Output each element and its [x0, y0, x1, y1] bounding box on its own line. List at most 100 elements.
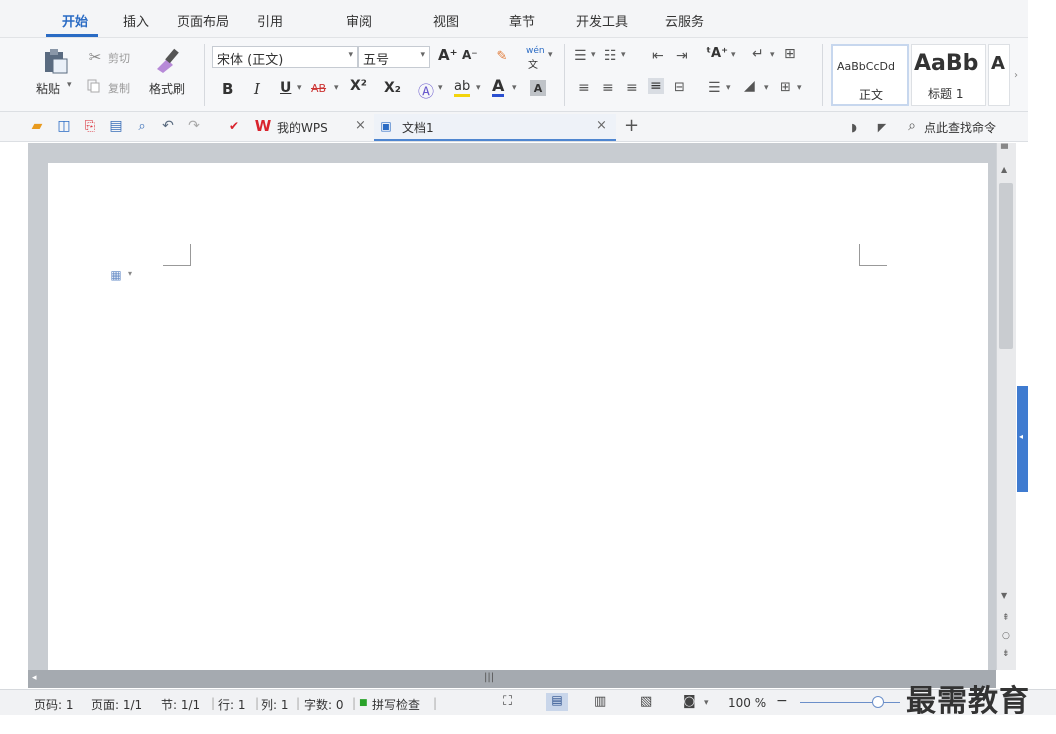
numbered-list-icon[interactable]: ☷ — [604, 48, 617, 64]
zoom-out-icon[interactable]: − — [776, 693, 788, 709]
feedback-icon[interactable]: ◤ — [874, 119, 890, 135]
font-color-button[interactable]: A — [492, 78, 505, 97]
font-size-select[interactable]: 五号 ▾ — [358, 46, 430, 68]
scroll-up-icon[interactable]: ▲ — [1001, 165, 1007, 174]
increase-indent-icon[interactable]: ⇥ — [676, 48, 688, 64]
char-shading-icon[interactable]: A — [530, 80, 546, 96]
status-line[interactable]: 行: 1 — [218, 696, 246, 713]
scroll-thumb[interactable] — [999, 183, 1013, 349]
outline-view-icon[interactable]: ▥ — [594, 694, 606, 709]
chevron-down-icon[interactable]: ▾ — [591, 50, 596, 60]
subscript-button[interactable]: X₂ — [384, 80, 401, 96]
chevron-down-icon[interactable]: ▾ — [438, 83, 443, 93]
underline-button[interactable]: U — [280, 80, 291, 96]
cut-button[interactable]: 剪切 — [108, 50, 130, 66]
prev-page-icon[interactable]: ⇞ — [1002, 613, 1010, 623]
bold-button[interactable]: B — [222, 80, 233, 98]
tab-my-wps[interactable]: 我的WPS — [277, 119, 328, 136]
clear-format-icon[interactable]: ✎ — [494, 48, 510, 64]
undo-icon[interactable]: ↶ — [160, 118, 176, 134]
horizontal-scrollbar[interactable]: ◂ ||| — [28, 670, 996, 688]
chevron-down-icon[interactable]: ▾ — [476, 83, 481, 93]
split-icon[interactable]: ▀ — [1001, 145, 1008, 155]
copy-button[interactable]: 复制 — [108, 80, 130, 96]
format-painter-button[interactable]: 格式刷 — [149, 80, 185, 97]
bullet-list-icon[interactable]: ☰ — [574, 48, 587, 64]
paste-options-icon[interactable]: ▦ — [108, 267, 124, 283]
chevron-down-icon[interactable]: ▾ — [797, 83, 802, 93]
paragraph-mark-icon[interactable]: ↵ — [752, 46, 764, 62]
style-heading-1[interactable]: AaBb 标题 1 — [911, 44, 986, 106]
web-view-icon[interactable]: ▧ — [640, 694, 652, 709]
style-normal[interactable]: AaBbCcDd 正文 — [831, 44, 909, 106]
next-page-icon[interactable]: ⇟ — [1002, 649, 1010, 659]
print-preview-icon[interactable]: ⌕ — [134, 118, 150, 134]
select-browse-icon[interactable]: ○ — [1002, 631, 1010, 641]
vertical-scrollbar[interactable]: ▀ ▲ ▼ ⇞ ○ ⇟ — [996, 143, 1016, 670]
paste-icon[interactable] — [40, 46, 70, 76]
chevron-down-icon[interactable]: ▾ — [704, 698, 709, 708]
skin-icon[interactable]: ◗ — [846, 119, 862, 135]
align-center-icon[interactable]: ≡ — [602, 80, 614, 96]
chevron-down-icon[interactable]: ▾ — [764, 83, 769, 93]
phonetic-guide-button[interactable]: wén — [526, 46, 545, 56]
format-painter-icon[interactable] — [152, 46, 184, 74]
style-heading-2[interactable]: A — [988, 44, 1010, 106]
text-effect-icon[interactable]: Ⓐ — [418, 78, 434, 102]
document-tab[interactable]: ▣ 文档1 × — [374, 114, 616, 141]
table-icon[interactable]: ⊞ — [784, 46, 796, 62]
tab-review[interactable]: 审阅 — [346, 11, 372, 30]
superscript-button[interactable]: X² — [350, 78, 367, 94]
font-name-select[interactable]: 宋体 (正文) ▾ — [212, 46, 358, 68]
side-panel-toggle[interactable]: ◂ — [1017, 386, 1028, 492]
page-view-icon[interactable]: ▤ — [546, 693, 568, 711]
chevron-down-icon[interactable]: ▾ — [726, 83, 731, 93]
tab-home[interactable]: 开始 — [62, 11, 88, 30]
italic-button[interactable]: I — [254, 80, 260, 98]
chevron-down-icon[interactable]: ▾ — [621, 50, 626, 60]
chevron-down-icon[interactable]: ▾ — [548, 50, 553, 60]
zoom-slider-thumb[interactable] — [872, 696, 884, 708]
tab-view[interactable]: 视图 — [433, 11, 459, 30]
status-page-code[interactable]: 页码: 1 — [34, 696, 74, 713]
paste-button[interactable]: 粘贴 — [36, 80, 60, 97]
close-icon[interactable]: × — [355, 118, 366, 133]
shrink-font-button[interactable]: A⁻ — [462, 48, 478, 62]
justify-icon[interactable]: ≡ — [648, 78, 664, 94]
save-icon[interactable]: ◫ — [56, 118, 72, 134]
status-word-count[interactable]: 字数: 0 — [304, 696, 344, 713]
styles-more-icon[interactable]: › — [1014, 70, 1018, 81]
chevron-down-icon[interactable]: ▾ — [770, 50, 775, 60]
document-page[interactable]: ▦ ▾ — [48, 163, 988, 671]
print-icon[interactable]: ▤ — [108, 118, 124, 134]
chevron-down-icon[interactable]: ▾ — [297, 83, 302, 93]
tab-cloud-service[interactable]: 云服务 — [665, 11, 704, 30]
chevron-down-icon[interactable]: ▾ — [334, 83, 339, 93]
zoom-slider-track[interactable] — [800, 702, 900, 703]
fullscreen-icon[interactable]: ⛶ — [503, 694, 512, 709]
tab-insert[interactable]: 插入 — [123, 11, 149, 30]
status-page[interactable]: 页面: 1/1 — [91, 696, 142, 713]
change-case-icon[interactable]: ᵗA⁺ — [706, 46, 728, 61]
strikethrough-button[interactable]: AB — [311, 82, 326, 95]
chevron-down-icon[interactable]: ▾ — [128, 269, 132, 278]
tab-chapter[interactable]: 章节 — [509, 11, 535, 30]
status-spell-check[interactable]: 拼写检查 — [372, 696, 420, 713]
align-left-icon[interactable]: ≡ — [578, 80, 590, 96]
line-spacing-icon[interactable]: ☰ — [708, 80, 721, 96]
scroll-down-icon[interactable]: ▼ — [1001, 591, 1007, 600]
chevron-down-icon[interactable]: ▾ — [731, 50, 736, 60]
paragraph-shading-icon[interactable]: ◢ — [744, 78, 755, 94]
command-search[interactable]: 点此查找命令 — [924, 119, 996, 136]
reading-mode-icon[interactable]: ◙ — [683, 694, 696, 709]
export-pdf-icon[interactable]: ⎘ — [82, 118, 98, 134]
zoom-level[interactable]: 100 % — [728, 696, 766, 710]
scroll-grip-icon[interactable]: ||| — [484, 672, 494, 683]
open-folder-icon[interactable]: ▰ — [28, 118, 46, 134]
close-icon[interactable]: × — [596, 118, 607, 133]
decrease-indent-icon[interactable]: ⇤ — [652, 48, 664, 64]
tab-developer[interactable]: 开发工具 — [576, 11, 628, 30]
status-section[interactable]: 节: 1/1 — [161, 696, 200, 713]
customize-toolbar-icon[interactable]: ✔ — [226, 118, 242, 134]
tab-page-layout[interactable]: 页面布局 — [177, 11, 229, 30]
